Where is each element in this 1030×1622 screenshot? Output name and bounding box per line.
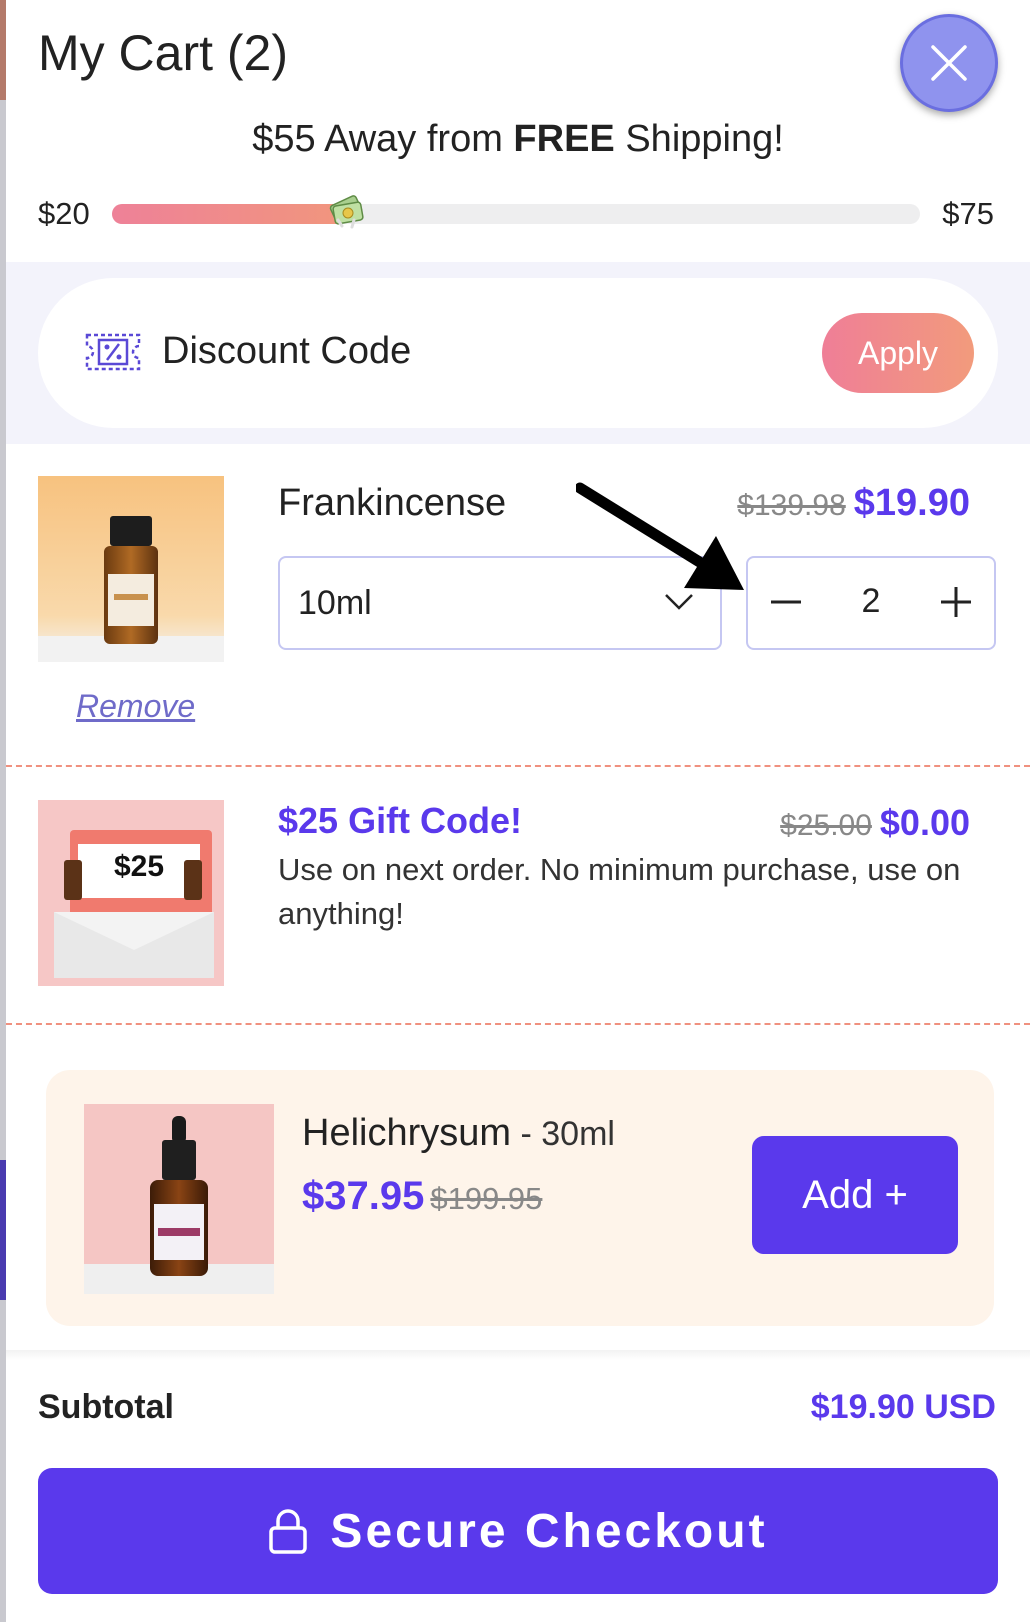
item-divider: [6, 1023, 1030, 1025]
subtotal-value: $19.90 USD: [810, 1388, 996, 1426]
shipping-prefix: $55 Away from: [252, 118, 514, 160]
gift-price: $25.00 $0.00: [780, 802, 970, 844]
close-icon: [931, 45, 967, 81]
lock-icon: [269, 1509, 308, 1554]
gift-code-image: $25: [38, 800, 224, 986]
add-upsell-button[interactable]: Add +: [752, 1136, 958, 1254]
upsell-product-name: Helichrysum - 30ml: [302, 1112, 615, 1155]
plus-icon: [941, 587, 971, 617]
gift-original-price: $25.00: [780, 809, 872, 842]
free-shipping-message: $55 Away from FREE Shipping!: [6, 118, 1030, 161]
upsell-card: Helichrysum - 30ml $37.95 $199.95 Add +: [46, 1070, 994, 1326]
gift-image-amount: $25: [113, 850, 165, 883]
item-divider: [6, 765, 1030, 767]
money-icon: [330, 195, 364, 229]
shipping-progress-fill: [112, 204, 347, 224]
gift-code-title: $25 Gift Code!: [278, 800, 523, 841]
size-select-value: 10ml: [298, 584, 372, 622]
progress-min-label: $20: [38, 196, 90, 231]
upsell-original-price: $199.95: [430, 1181, 543, 1216]
discount-section: Discount Code Apply: [6, 262, 1030, 444]
gift-code-description: Use on next order. No minimum purchase, …: [278, 852, 961, 931]
increase-quantity-button[interactable]: [934, 580, 978, 624]
progress-max-label: $75: [942, 196, 994, 231]
helichrysum-image: [84, 1104, 274, 1294]
shipping-suffix: Shipping!: [614, 118, 784, 160]
remove-link[interactable]: Remove: [76, 688, 195, 725]
shipping-bold: FREE: [513, 118, 615, 160]
ticket-percent-icon: [85, 333, 141, 371]
close-button[interactable]: [900, 14, 998, 112]
gift-sale-price: $0.00: [879, 802, 970, 843]
checkout-label: Secure Checkout: [330, 1504, 768, 1558]
upsell-variant: - 30ml: [511, 1115, 615, 1153]
discount-code-label: Discount Code: [162, 330, 412, 372]
item-name: Frankincense: [278, 482, 507, 524]
shipping-progress-bar: [112, 195, 920, 229]
item-sale-price: $19.90: [853, 482, 970, 524]
discount-code-field[interactable]: Discount Code Apply: [38, 278, 998, 428]
secure-checkout-button[interactable]: Secure Checkout: [38, 1468, 998, 1594]
cart-drawer: My Cart (2) $55 Away from FREE Shipping!…: [6, 0, 1030, 1622]
subtotal-label: Subtotal: [38, 1388, 174, 1426]
item-price: $139.98 $19.90: [737, 482, 970, 525]
apply-button[interactable]: Apply: [822, 313, 974, 393]
upsell-name-text: Helichrysum: [302, 1112, 512, 1154]
cart-title: My Cart (2): [38, 25, 288, 81]
frankincense-image: [38, 476, 224, 662]
upsell-sale-price: $37.95: [302, 1174, 425, 1218]
footer-divider: [6, 1350, 1030, 1360]
arrow-annotation: [576, 482, 744, 590]
upsell-price: $37.95 $199.95: [302, 1174, 542, 1219]
quantity-stepper: 2: [746, 556, 996, 650]
